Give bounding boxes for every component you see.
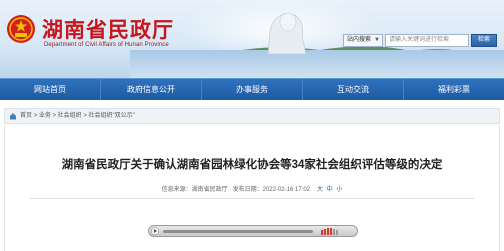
site-logo-title[interactable]: 湖南省民政厅 (42, 14, 174, 44)
nav-item-home[interactable]: 网站首页 (0, 79, 101, 100)
play-icon[interactable] (151, 227, 159, 235)
font-size-medium[interactable]: 中 (327, 187, 333, 193)
water-image (130, 50, 504, 78)
search-input[interactable]: 请输入关键词进行检索 (385, 34, 469, 47)
audio-progress-track[interactable] (163, 230, 313, 233)
audio-player[interactable] (148, 225, 358, 237)
chevron-down-icon: ▼ (374, 37, 380, 43)
font-size-large[interactable]: 大 (317, 187, 323, 193)
statue-image (267, 12, 307, 54)
nav-item-services[interactable]: 办事服务 (202, 79, 303, 100)
article-source: 信息来源：湖南省民政厅 (161, 187, 228, 193)
site-header: 湖南省民政厅 Department of Civil Affairs of Hu… (0, 0, 504, 78)
font-size-small[interactable]: 小 (336, 187, 342, 193)
home-icon (10, 113, 16, 120)
volume-bars-icon[interactable] (319, 227, 355, 236)
article-title: 湖南省民政厅关于确认湖南省园林绿化协会等34家社会组织评估等级的决定 (61, 159, 443, 171)
breadcrumb: 首页 > 业务 > 社会组织 > 社会组织"双公示" (4, 108, 500, 124)
search-scope-select[interactable]: 站内搜索 ▼ (343, 34, 383, 47)
nav-item-lottery[interactable]: 福利彩票 (404, 79, 504, 100)
article-date: 发布日期：2022-02-16 17:02 (232, 187, 310, 193)
search-button[interactable]: 检索 (471, 34, 497, 47)
article-meta: 信息来源：湖南省民政厅 发布日期：2022-02-16 17:02 大 中 小 (0, 184, 504, 193)
nav-item-gov-info[interactable]: 政府信息公开 (101, 79, 202, 100)
site-logo-subtitle: Department of Civil Affairs of Hunan Pro… (44, 42, 169, 48)
breadcrumb-text[interactable]: 首页 > 业务 > 社会组织 > 社会组织"双公示" (20, 111, 135, 121)
main-nav: 网站首页 政府信息公开 办事服务 互动交流 福利彩票 (0, 78, 504, 100)
divider (30, 198, 474, 199)
national-emblem-icon (7, 15, 35, 43)
nav-item-interaction[interactable]: 互动交流 (303, 79, 404, 100)
search-scope-value: 站内搜索 (347, 37, 372, 43)
